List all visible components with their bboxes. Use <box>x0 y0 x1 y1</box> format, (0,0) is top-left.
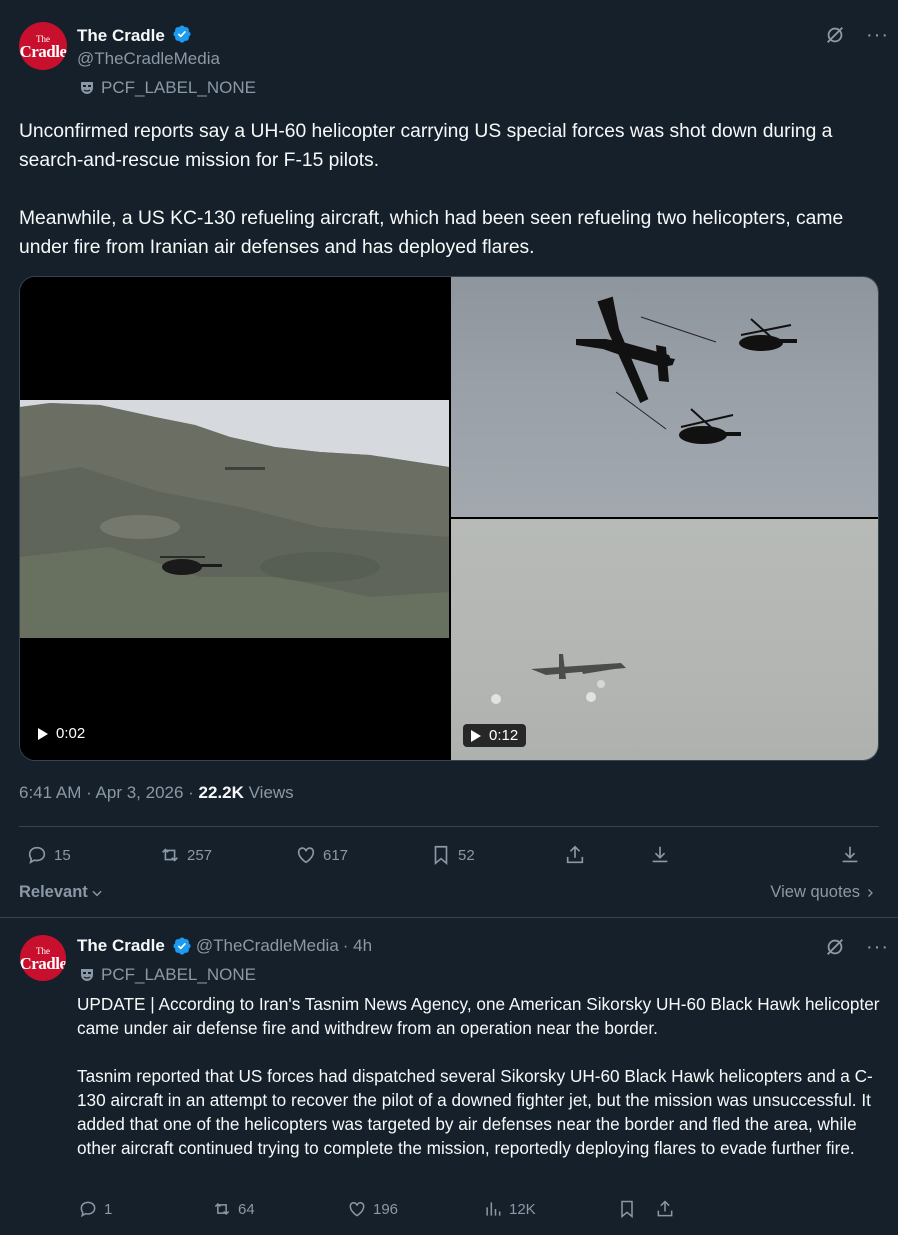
reply-repost-button[interactable]: 64 <box>212 1199 255 1219</box>
video-right-bottom[interactable]: 0:12 <box>451 519 878 760</box>
video-right-top[interactable] <box>451 277 878 517</box>
reply-repost-count: 64 <box>238 1200 255 1218</box>
reply-author-avatar[interactable]: The Cradle <box>20 935 66 981</box>
video-left-duration[interactable]: 0:02 <box>30 722 94 745</box>
author-name[interactable]: The Cradle <box>77 26 165 45</box>
affiliation-label-text: PCF_LABEL_NONE <box>101 78 256 97</box>
divider <box>19 826 879 827</box>
chevron-down-icon <box>92 890 102 896</box>
tweet-text: Unconfirmed reports say a UH-60 helicopt… <box>19 121 844 258</box>
views-count: 22.2K <box>198 783 244 802</box>
video-left-duration-text: 0:02 <box>56 725 86 742</box>
reply-affiliation-label: PCF_LABEL_NONE <box>79 965 256 985</box>
video-left[interactable]: 0:02 <box>20 277 449 760</box>
reply-time[interactable]: · 4h <box>343 936 372 956</box>
sort-relevant-label: Relevant <box>19 883 88 901</box>
mask-icon <box>81 82 93 94</box>
reply-like-button[interactable]: 196 <box>347 1199 398 1219</box>
view-quotes-link[interactable]: View quotes <box>770 883 876 902</box>
play-icon <box>38 727 48 740</box>
verified-badge-icon <box>173 937 191 955</box>
verified-badge-icon <box>173 25 191 43</box>
reply-views-button[interactable]: 12K <box>483 1199 536 1219</box>
reply-share-button[interactable] <box>655 1199 675 1219</box>
view-quotes-label: View quotes <box>770 883 860 901</box>
repost-button[interactable]: 257 <box>159 844 212 866</box>
share-icon <box>566 845 584 864</box>
reply-author-handle[interactable]: @TheCradleMedia <box>196 936 339 956</box>
reply-views-count: 12K <box>509 1200 536 1218</box>
repost-count: 257 <box>187 846 213 864</box>
bookmark-icon <box>434 845 448 866</box>
heart-icon <box>349 1201 365 1217</box>
reply-button[interactable]: 15 <box>26 844 71 866</box>
heart-icon <box>297 847 315 864</box>
like-button[interactable]: 617 <box>295 844 348 866</box>
sort-relevant-dropdown[interactable]: Relevant <box>19 883 104 902</box>
divider <box>0 917 898 918</box>
play-icon <box>471 729 481 742</box>
download-button-alt[interactable] <box>839 844 861 866</box>
reply-count: 15 <box>54 846 71 864</box>
grok-icon[interactable] <box>824 24 846 46</box>
reply-bookmark-button[interactable] <box>617 1199 637 1219</box>
analytics-icon <box>486 1202 501 1216</box>
video-right-top-frame <box>576 296 797 444</box>
mask-icon <box>81 969 93 981</box>
repost-icon <box>214 1202 230 1216</box>
video-right-duration-text: 0:12 <box>489 727 519 744</box>
download-button[interactable] <box>649 844 671 866</box>
avatar-text-bottom: Cradle <box>19 42 67 61</box>
share-button[interactable] <box>564 844 586 866</box>
more-options-icon[interactable]: ··· <box>866 25 889 45</box>
reply-author-name[interactable]: The Cradle <box>77 936 165 956</box>
author-avatar[interactable]: The Cradle <box>19 22 67 70</box>
bookmark-button[interactable]: 52 <box>430 844 475 866</box>
author-name-row[interactable]: The Cradle <box>77 24 192 46</box>
reply-like-count: 196 <box>373 1200 399 1218</box>
reply-affiliation-label-text: PCF_LABEL_NONE <box>101 965 256 984</box>
affiliation-label: PCF_LABEL_NONE <box>79 78 256 98</box>
timestamp[interactable]: 6:41 AM · Apr 3, 2026 · <box>19 783 199 802</box>
download-icon <box>652 846 668 863</box>
reply-reply-button[interactable]: 1 <box>78 1199 112 1219</box>
bookmark-icon <box>621 1200 633 1219</box>
avatar-text-bottom: Cradle <box>20 954 66 973</box>
chevron-right-icon <box>868 888 873 897</box>
reply-text: UPDATE | According to Iran's Tasnim News… <box>77 994 880 1158</box>
reply-author-row: The Cradle @TheCradleMedia · 4h <box>77 936 372 956</box>
reply-icon <box>80 1201 96 1218</box>
reply-icon <box>28 846 46 865</box>
download-icon <box>842 846 858 863</box>
tweet-meta: 6:41 AM · Apr 3, 2026 · 22.2K Views <box>19 783 294 803</box>
grok-icon[interactable] <box>824 936 846 958</box>
repost-icon <box>162 848 178 862</box>
more-options-icon[interactable]: ··· <box>866 937 889 957</box>
video-right-duration[interactable]: 0:12 <box>463 724 527 747</box>
like-count: 617 <box>323 846 349 864</box>
video-left-frame <box>20 400 449 638</box>
reply-reply-count: 1 <box>104 1200 113 1218</box>
author-handle[interactable]: @TheCradleMedia <box>77 49 220 69</box>
views-label: Views <box>243 783 294 802</box>
media-grid: 0:02 0:12 <box>19 276 879 761</box>
share-icon <box>657 1200 673 1217</box>
bookmark-count: 52 <box>458 846 475 864</box>
